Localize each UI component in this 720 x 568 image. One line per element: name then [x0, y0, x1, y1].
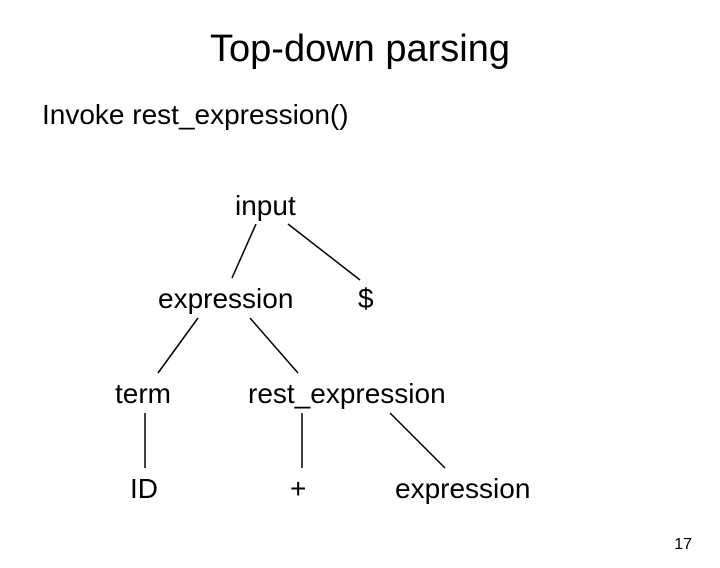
slide-title: Top-down parsing — [0, 28, 720, 71]
node-dollar: $ — [358, 283, 374, 315]
node-term: term — [115, 378, 171, 410]
node-expression: expression — [158, 283, 293, 315]
node-id: ID — [130, 473, 158, 505]
subtitle-text: Invoke rest_expression() — [42, 99, 720, 131]
page-number: 17 — [674, 536, 692, 554]
node-rest-expression: rest_expression — [248, 378, 446, 410]
node-plus: + — [290, 473, 306, 505]
node-input: input — [235, 190, 296, 222]
node-expression2: expression — [395, 473, 530, 505]
